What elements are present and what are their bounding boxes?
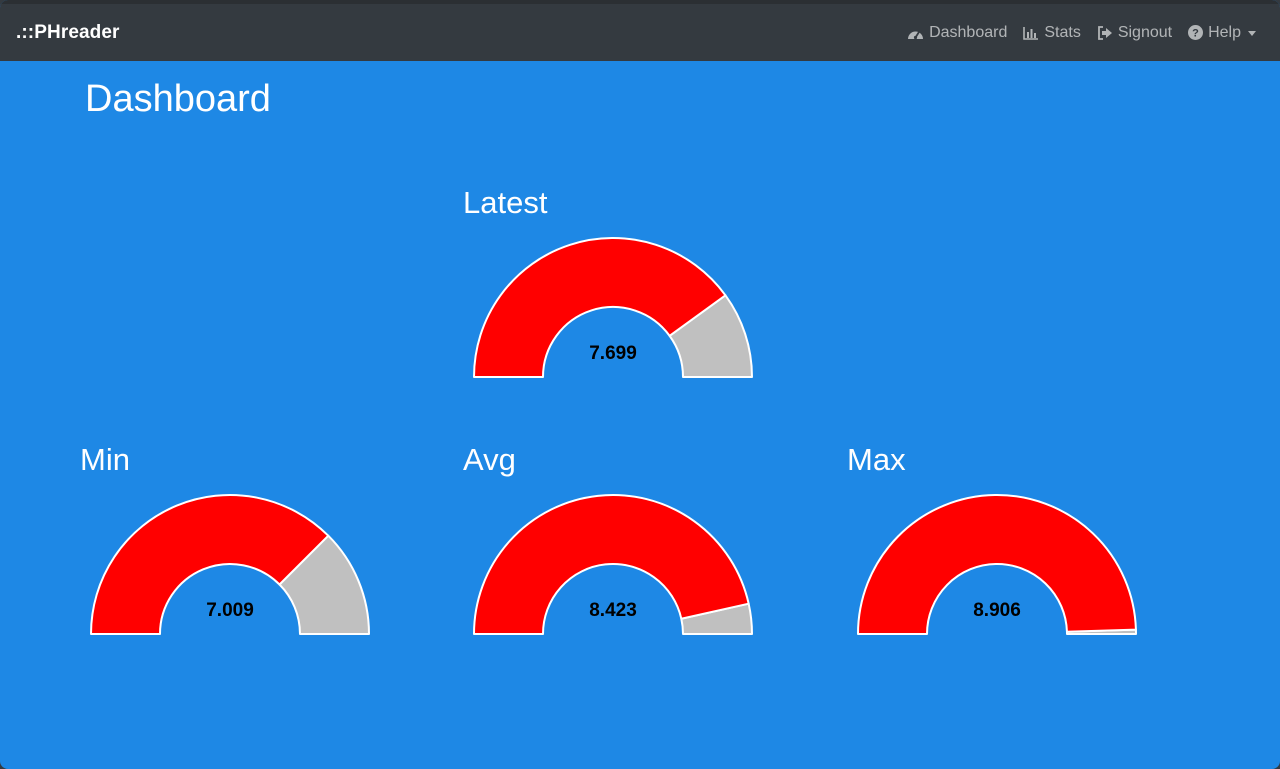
svg-text:?: ? bbox=[1192, 28, 1199, 40]
dashboard-icon bbox=[908, 31, 924, 39]
bar-chart-icon bbox=[1023, 26, 1039, 40]
nav-item-label: Help bbox=[1208, 23, 1241, 41]
gauge-value: 7.699 bbox=[589, 343, 637, 364]
gauge-chart: 8.906 bbox=[857, 494, 1137, 635]
gauge-chart: 8.423 bbox=[473, 494, 753, 635]
gauge-title: Avg bbox=[463, 442, 516, 477]
brand-logo[interactable]: .::PHreader bbox=[16, 22, 120, 44]
gauge-min: Min 7.009 bbox=[80, 442, 380, 642]
gauge-title: Latest bbox=[463, 185, 548, 220]
gauge-chart: 7.699 bbox=[473, 237, 753, 378]
signout-icon bbox=[1097, 25, 1112, 40]
gauge-avg: Avg 8.423 bbox=[463, 442, 763, 642]
navbar: .::PHreader Dashboard Stats Signout ? He… bbox=[0, 4, 1280, 61]
question-circle-icon: ? bbox=[1188, 25, 1204, 40]
nav-item-help[interactable]: ? Help bbox=[1188, 24, 1256, 42]
gauge-value: 8.423 bbox=[589, 600, 637, 621]
page-title: Dashboard bbox=[85, 78, 271, 120]
nav-item-label: Stats bbox=[1044, 23, 1081, 41]
gauge-latest: Latest 7.699 bbox=[463, 185, 763, 385]
chevron-down-icon bbox=[1248, 31, 1256, 36]
nav-menu: Dashboard Stats Signout ? Help bbox=[907, 4, 1256, 61]
gauge-max: Max 8.906 bbox=[847, 442, 1147, 642]
gauge-chart: 7.009 bbox=[90, 494, 370, 635]
gauge-value: 8.906 bbox=[973, 600, 1021, 621]
nav-item-label: Dashboard bbox=[929, 23, 1008, 41]
gauge-title: Min bbox=[80, 442, 130, 477]
nav-item-stats[interactable]: Stats bbox=[1023, 23, 1081, 42]
nav-item-label: Signout bbox=[1117, 23, 1173, 41]
app-window: .::PHreader Dashboard Stats Signout ? He… bbox=[0, 0, 1280, 769]
nav-item-signout[interactable]: Signout bbox=[1097, 24, 1172, 42]
gauge-value: 7.009 bbox=[206, 600, 254, 621]
gauge-title: Max bbox=[847, 442, 906, 477]
nav-item-dashboard[interactable]: Dashboard bbox=[907, 24, 1007, 42]
